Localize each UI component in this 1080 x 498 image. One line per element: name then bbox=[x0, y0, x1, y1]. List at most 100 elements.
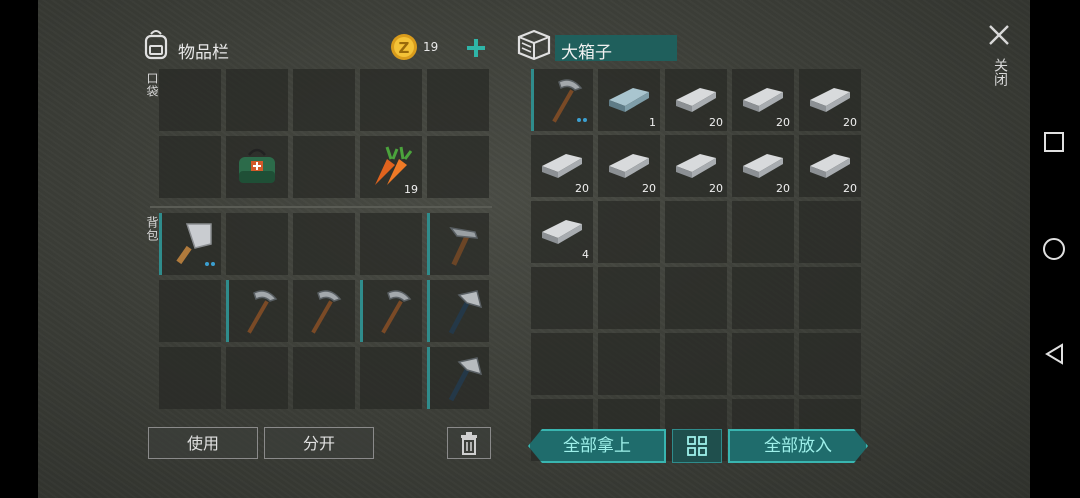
container-slot[interactable]: 4 bbox=[531, 201, 593, 263]
pocket-slot[interactable]: 19 bbox=[360, 136, 422, 198]
item-quantity: 20 bbox=[642, 182, 656, 195]
take-all-button[interactable]: 全部拿上 bbox=[528, 429, 666, 463]
container-slot[interactable] bbox=[598, 333, 660, 395]
item-quantity: 20 bbox=[843, 182, 857, 195]
item-quantity: 20 bbox=[575, 182, 589, 195]
pocket-slot[interactable] bbox=[427, 136, 489, 198]
container-slot[interactable] bbox=[665, 333, 727, 395]
backpack-slot[interactable] bbox=[159, 213, 221, 275]
container-box-icon bbox=[516, 28, 552, 62]
recent-apps-button[interactable] bbox=[1044, 132, 1064, 152]
container-slot[interactable] bbox=[732, 333, 794, 395]
bag-icon bbox=[231, 141, 283, 193]
close-icon bbox=[989, 25, 1009, 45]
pocket-slot[interactable] bbox=[159, 69, 221, 131]
container-slot[interactable] bbox=[799, 267, 861, 329]
svg-text:Z: Z bbox=[399, 39, 410, 57]
container-slot[interactable]: 20 bbox=[799, 135, 861, 197]
container-slot[interactable] bbox=[598, 267, 660, 329]
pocket-slot[interactable] bbox=[159, 136, 221, 198]
container-slot[interactable] bbox=[531, 267, 593, 329]
item-quantity: 20 bbox=[709, 116, 723, 129]
backpack-slot[interactable] bbox=[159, 347, 221, 409]
backpack-slot[interactable] bbox=[360, 213, 422, 275]
pocket-slot[interactable] bbox=[293, 69, 355, 131]
coin-count: 19 bbox=[423, 40, 439, 54]
coin-icon: Z bbox=[390, 33, 418, 61]
game-screen: 物品栏 Z 19 口袋 背包 19 大箱子 1 20 20 20 20 20 20 20 20 4… bbox=[38, 0, 1030, 498]
close-label: 关闭 bbox=[992, 58, 1008, 86]
trash-icon bbox=[461, 432, 477, 455]
item-quantity: 20 bbox=[843, 116, 857, 129]
back-triangle-icon bbox=[1045, 343, 1063, 365]
container-slot[interactable]: 20 bbox=[531, 135, 593, 197]
item-quantity: 19 bbox=[404, 183, 418, 196]
backpack-slot[interactable] bbox=[427, 280, 489, 342]
inventory-title: 物品栏 bbox=[178, 43, 229, 63]
container-slot[interactable]: 20 bbox=[665, 135, 727, 197]
container-slot[interactable] bbox=[598, 201, 660, 263]
trash-button[interactable] bbox=[447, 427, 491, 459]
backpack-slot[interactable] bbox=[293, 347, 355, 409]
container-slot[interactable] bbox=[732, 201, 794, 263]
item-quantity: 4 bbox=[582, 248, 589, 261]
backpack-slot[interactable] bbox=[226, 213, 288, 275]
container-slot[interactable]: 20 bbox=[665, 69, 727, 131]
pickaxe-icon bbox=[234, 285, 286, 337]
item-quantity: 1 bbox=[649, 116, 656, 129]
home-button[interactable] bbox=[1043, 238, 1065, 260]
pickaxe-icon bbox=[298, 285, 350, 337]
backpack-slot[interactable] bbox=[360, 347, 422, 409]
container-slot[interactable] bbox=[665, 201, 727, 263]
container-slot[interactable]: 20 bbox=[799, 69, 861, 131]
backpack-slot[interactable] bbox=[226, 280, 288, 342]
backpack-slot[interactable] bbox=[293, 280, 355, 342]
container-slot[interactable] bbox=[799, 201, 861, 263]
item-quantity: 20 bbox=[776, 116, 790, 129]
add-coins-button[interactable] bbox=[464, 36, 488, 60]
put-all-button[interactable]: 全部放入 bbox=[728, 429, 868, 463]
back-button[interactable] bbox=[1044, 343, 1064, 365]
container-slot[interactable]: 20 bbox=[732, 135, 794, 197]
backpack-slot[interactable] bbox=[159, 280, 221, 342]
container-slot[interactable] bbox=[665, 267, 727, 329]
container-title: 大箱子 bbox=[561, 43, 612, 63]
axe-icon bbox=[435, 352, 487, 404]
pocket-slot[interactable] bbox=[293, 136, 355, 198]
pocket-slot[interactable] bbox=[360, 69, 422, 131]
iron-bar-icon bbox=[536, 206, 588, 258]
backpack-slot[interactable] bbox=[293, 213, 355, 275]
container-slot[interactable]: 1 bbox=[598, 69, 660, 131]
container-slot[interactable]: 20 bbox=[598, 135, 660, 197]
container-title-field[interactable]: 大箱子 bbox=[555, 35, 677, 63]
hammer-icon bbox=[435, 218, 487, 270]
durability-dots bbox=[575, 107, 587, 126]
grid-sort-icon bbox=[687, 436, 707, 456]
pickaxe-icon bbox=[368, 285, 420, 337]
pocket-slot[interactable] bbox=[427, 69, 489, 131]
container-slot[interactable] bbox=[732, 267, 794, 329]
steel-bar-icon bbox=[603, 74, 655, 126]
pocket-slot[interactable] bbox=[226, 69, 288, 131]
backpack-slot[interactable] bbox=[360, 280, 422, 342]
container-slot[interactable] bbox=[799, 333, 861, 395]
backpack-slot[interactable] bbox=[427, 213, 489, 275]
section-divider bbox=[150, 206, 492, 208]
container-slot[interactable] bbox=[531, 333, 593, 395]
container-slot[interactable] bbox=[531, 69, 593, 131]
pocket-slot[interactable] bbox=[226, 136, 288, 198]
backpack-icon bbox=[142, 28, 170, 60]
close-button[interactable]: 关闭 bbox=[984, 22, 1014, 102]
item-quantity: 20 bbox=[709, 182, 723, 195]
axe-icon bbox=[435, 285, 487, 337]
system-nav-bar bbox=[1030, 0, 1080, 498]
sort-button[interactable] bbox=[672, 429, 722, 463]
backpack-slot[interactable] bbox=[427, 347, 489, 409]
use-button[interactable]: 使用 bbox=[148, 427, 258, 459]
backpack-slot[interactable] bbox=[226, 347, 288, 409]
item-quantity: 20 bbox=[776, 182, 790, 195]
container-slot[interactable]: 20 bbox=[732, 69, 794, 131]
durability-dots bbox=[203, 251, 215, 270]
plus-icon bbox=[467, 39, 485, 57]
split-button[interactable]: 分开 bbox=[264, 427, 374, 459]
